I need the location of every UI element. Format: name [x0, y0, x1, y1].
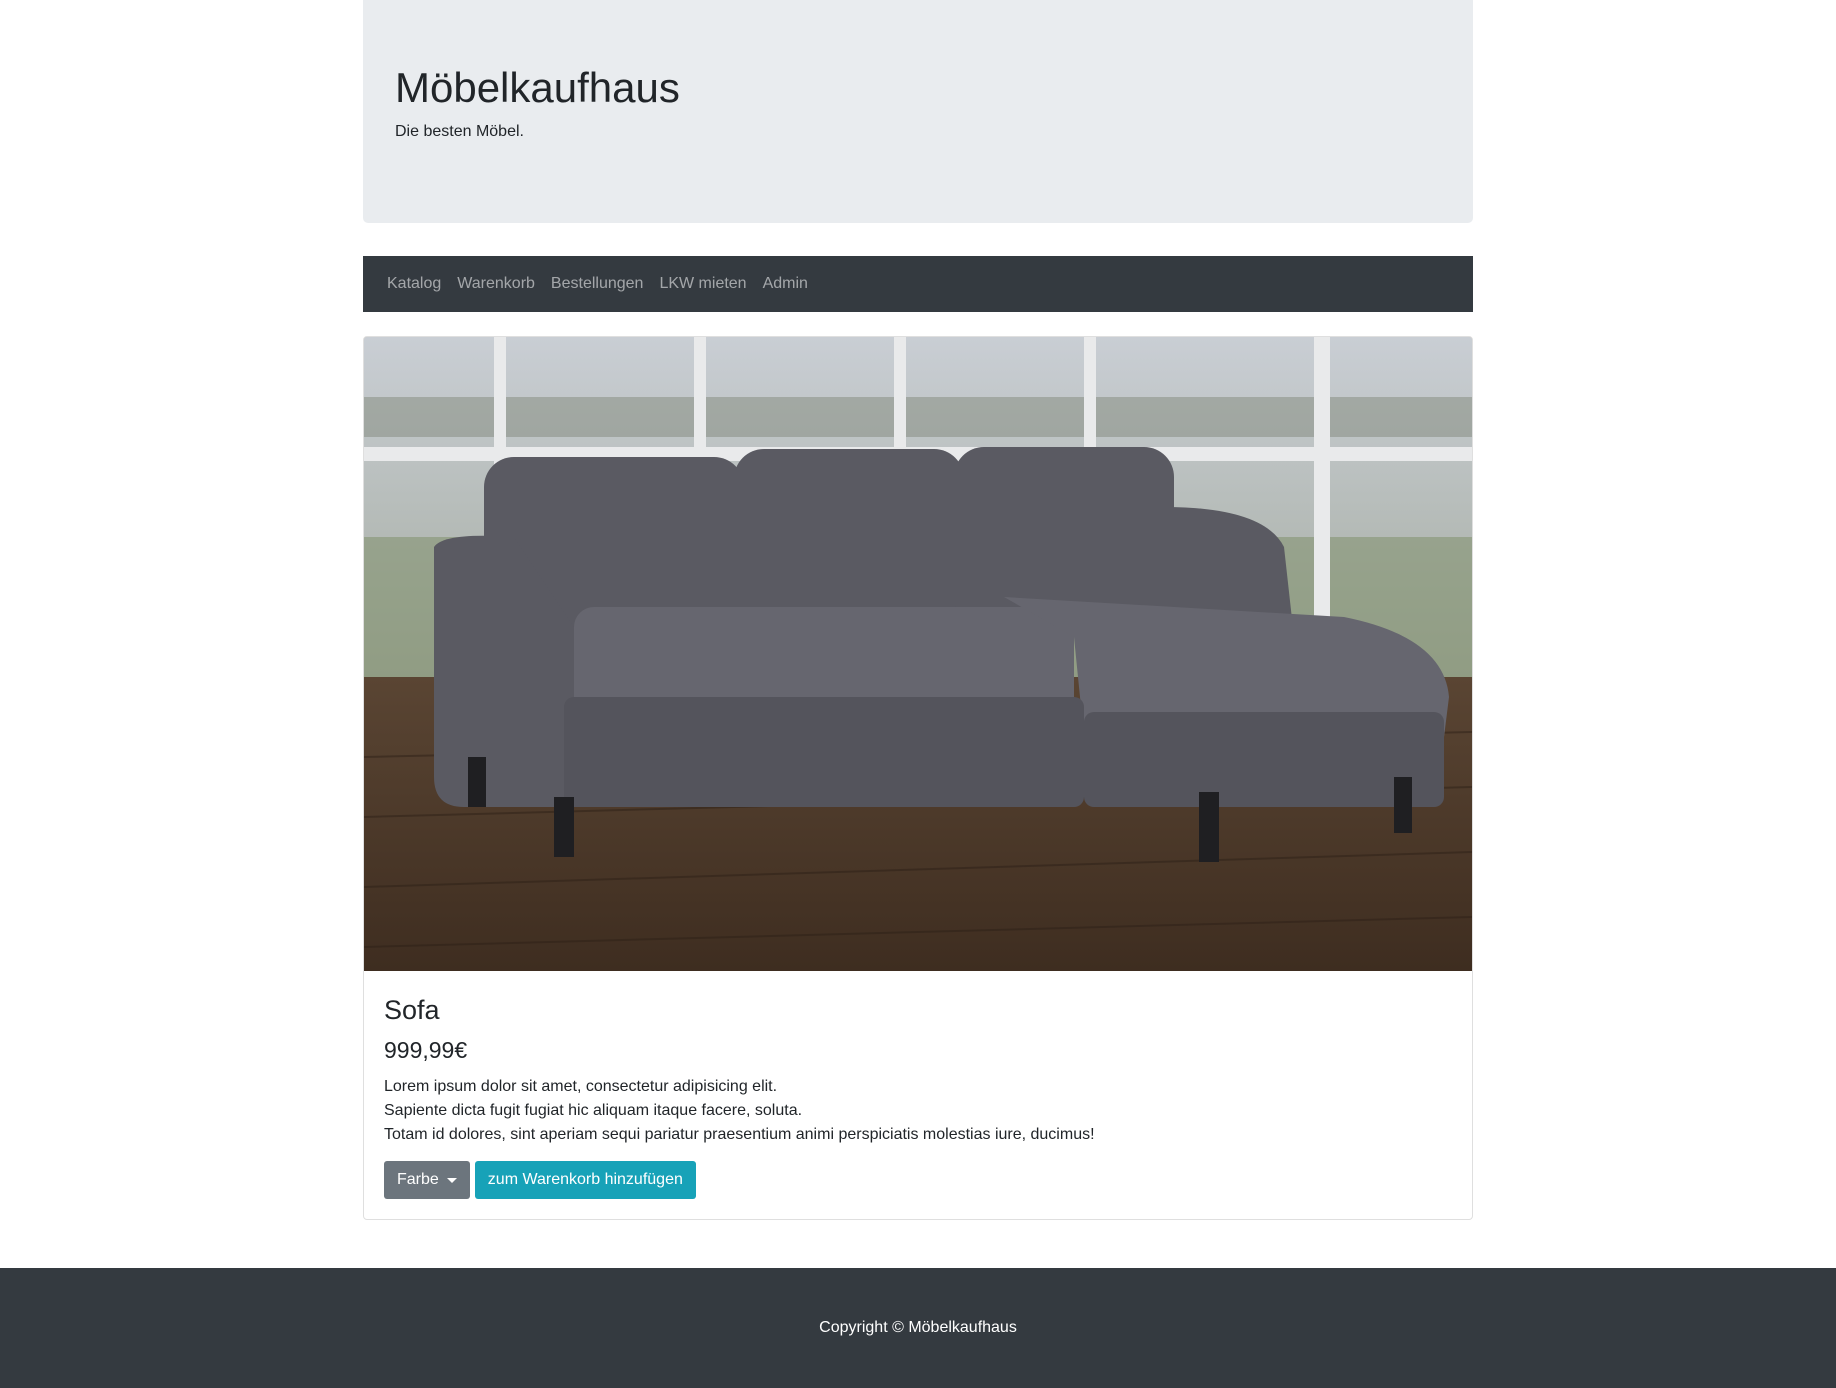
add-to-cart-button[interactable]: zum Warenkorb hinzufügen — [474, 1161, 696, 1199]
description-line: Lorem ipsum dolor sit amet, consectetur … — [384, 1078, 778, 1095]
product-description: Lorem ipsum dolor sit amet, consectetur … — [384, 1075, 1452, 1147]
copyright-text: Copyright © Möbelkaufhaus — [819, 1319, 1017, 1336]
header-jumbotron: Möbelkaufhaus Die besten Möbel. — [363, 0, 1473, 223]
page-footer: Copyright © Möbelkaufhaus — [0, 1268, 1836, 1388]
nav-item-bestellungen[interactable]: Bestellungen — [551, 275, 644, 293]
description-line: Totam id dolores, sint aperiam sequi par… — [384, 1126, 1095, 1143]
product-image — [364, 337, 1472, 971]
main-navbar: Katalog Warenkorb Bestellungen LKW miete… — [363, 256, 1473, 312]
site-title: Möbelkaufhaus — [395, 64, 680, 111]
nav-item-lkw-mieten[interactable]: LKW mieten — [659, 275, 746, 293]
product-name: Sofa — [384, 995, 440, 1025]
nav-item-warenkorb[interactable]: Warenkorb — [457, 275, 535, 293]
color-dropdown-button[interactable]: Farbe — [384, 1161, 470, 1199]
nav-item-katalog[interactable]: Katalog — [387, 275, 441, 293]
product-price: 999,99€ — [384, 1037, 468, 1063]
product-card: Sofa 999,99€ Lorem ipsum dolor sit amet,… — [363, 336, 1473, 1220]
caret-down-icon — [446, 1177, 457, 1183]
site-tagline: Die besten Möbel. — [395, 123, 524, 140]
nav-item-admin[interactable]: Admin — [763, 275, 808, 293]
product-card-body: Sofa 999,99€ Lorem ipsum dolor sit amet,… — [384, 993, 1452, 1199]
color-dropdown-label: Farbe — [397, 1171, 439, 1188]
description-line: Sapiente dicta fugit fugiat hic aliquam … — [384, 1102, 803, 1119]
product-actions: Farbe zum Warenkorb hinzufügen — [384, 1161, 1452, 1199]
